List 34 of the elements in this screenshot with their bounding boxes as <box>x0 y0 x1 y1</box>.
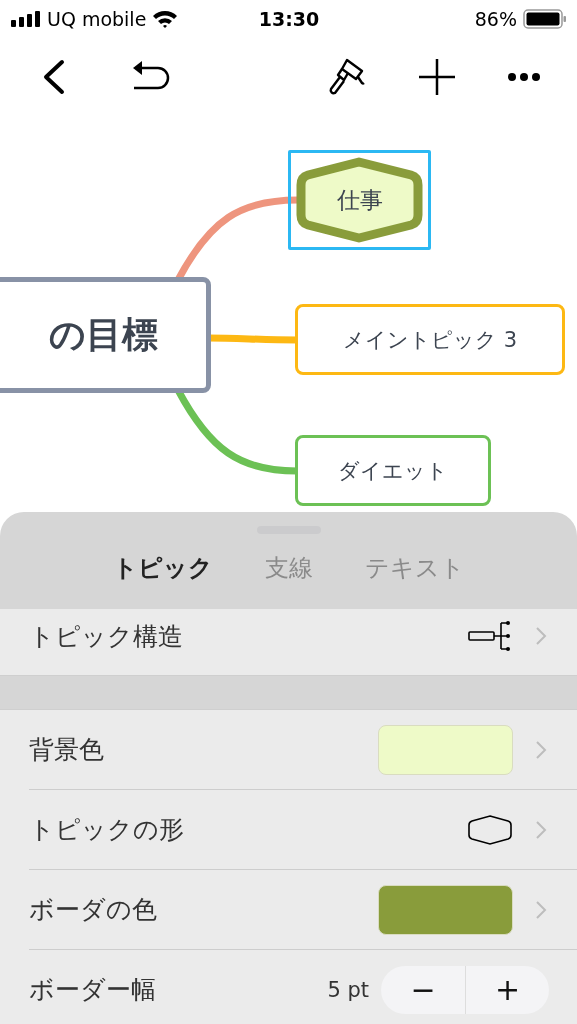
settings-row[interactable]: ボーダー幅 5 pt − + <box>29 950 577 1024</box>
chevron-icon <box>535 739 547 760</box>
row-label: 背景色 <box>29 734 104 766</box>
status-time: 13:30 <box>258 8 320 30</box>
settings-row[interactable]: トピックの形 <box>29 790 577 870</box>
decrease-button[interactable]: − <box>381 965 465 1014</box>
topic-node[interactable]: メイントピック 3 <box>295 304 565 375</box>
row-label: ボーダー幅 <box>29 974 156 1006</box>
chevron-icon <box>535 626 547 646</box>
carrier-name: UQ mobile <box>47 8 147 30</box>
row-label: トピック構造 <box>29 620 183 653</box>
hexagon-icon <box>467 813 513 846</box>
tab[interactable]: トピック <box>112 551 213 584</box>
wifi-icon <box>152 9 179 29</box>
topic-node[interactable]: ダイエット <box>295 435 491 506</box>
width-value: 5 pt <box>327 977 369 1002</box>
settings-row[interactable]: 背景色 <box>29 710 577 790</box>
chevron-icon <box>535 899 547 920</box>
battery-percent: 86% <box>474 8 517 30</box>
row-label: トピックの形 <box>29 814 184 846</box>
battery-icon <box>523 9 567 29</box>
increase-button[interactable]: + <box>465 965 549 1014</box>
color-swatch[interactable] <box>378 724 513 775</box>
color-swatch[interactable] <box>378 884 513 935</box>
signal-icon <box>11 11 41 27</box>
central-topic[interactable]: の目標 <box>0 277 211 393</box>
more-icon[interactable] <box>507 72 541 82</box>
structure-icon <box>467 620 513 652</box>
add-icon[interactable] <box>417 57 457 97</box>
chevron-icon <box>535 819 547 840</box>
topic-node[interactable]: 仕事 <box>296 157 423 243</box>
settings-row[interactable]: ボーダの色 <box>29 870 577 950</box>
row-label: ボーダの色 <box>29 894 157 926</box>
paintbrush-icon[interactable] <box>327 57 367 97</box>
